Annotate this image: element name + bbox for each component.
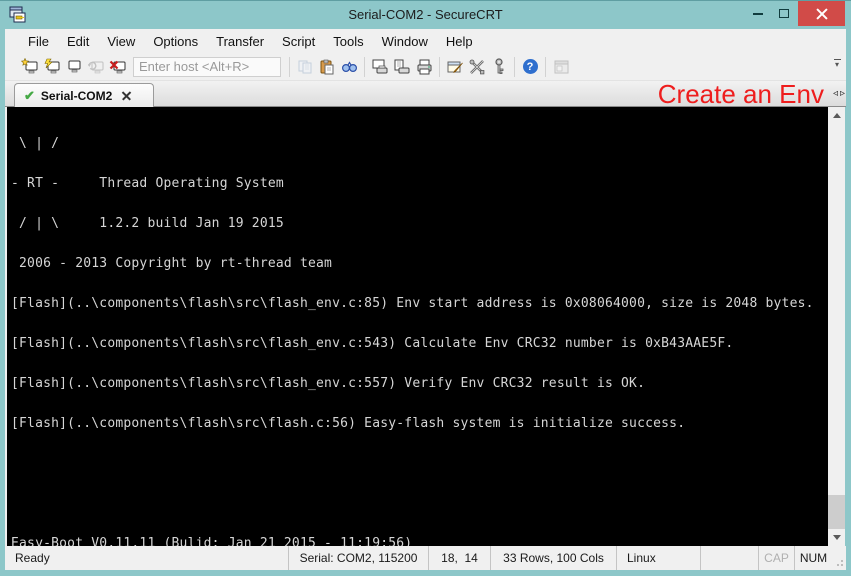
print-screen-icon[interactable] xyxy=(369,56,391,78)
reconnect-icon[interactable] xyxy=(85,56,107,78)
menu-view[interactable]: View xyxy=(98,31,144,52)
tab-label: Serial-COM2 xyxy=(41,89,112,103)
status-cursor-position: 18, 14 xyxy=(428,546,490,570)
help-icon[interactable]: ? xyxy=(519,56,541,78)
terminal-line: [Flash](..\components\flash\src\flash.c:… xyxy=(11,417,825,430)
terminal-line: [Flash](..\components\flash\src\flash_en… xyxy=(11,377,825,390)
session-options-icon[interactable] xyxy=(444,56,466,78)
status-grid-size: 33 Rows, 100 Cols xyxy=(490,546,616,570)
vertical-scrollbar[interactable] xyxy=(828,107,845,546)
toolbar-separator xyxy=(289,57,290,77)
toolbar-separator xyxy=(545,57,546,77)
toolbar-separator xyxy=(439,57,440,77)
connected-check-icon: ✔ xyxy=(24,89,35,102)
menu-edit[interactable]: Edit xyxy=(58,31,98,52)
keymap-icon[interactable] xyxy=(488,56,510,78)
status-bar: Ready Serial: COM2, 115200 18, 14 33 Row… xyxy=(5,546,846,570)
print-icon[interactable] xyxy=(413,56,435,78)
maximize-icon xyxy=(779,9,789,18)
scroll-down-button[interactable] xyxy=(828,529,845,546)
terminal-line: - RT - Thread Operating System xyxy=(11,177,825,190)
toolbar-overflow-icon[interactable]: ▾ xyxy=(831,59,843,75)
close-button[interactable] xyxy=(798,1,845,26)
terminal-line xyxy=(11,457,825,470)
menu-script[interactable]: Script xyxy=(273,31,324,52)
paste-icon[interactable] xyxy=(316,56,338,78)
menu-window[interactable]: Window xyxy=(373,31,437,52)
menu-transfer[interactable]: Transfer xyxy=(207,31,273,52)
annotation-create-an-env: Create an Env xyxy=(658,79,824,110)
global-options-icon[interactable] xyxy=(466,56,488,78)
terminal-output: \ | / - RT - Thread Operating System / |… xyxy=(11,110,825,576)
resize-grip[interactable] xyxy=(832,555,844,567)
tab-bar: ✔ Serial-COM2 Create an Env ◃ ▹ xyxy=(5,81,846,107)
toolbar: ? ▾ xyxy=(5,53,846,81)
terminal-line: 2006 - 2013 Copyright by rt-thread team xyxy=(11,257,825,270)
menu-tools[interactable]: Tools xyxy=(324,31,372,52)
connect-icon[interactable] xyxy=(41,56,63,78)
scrollbar-track[interactable] xyxy=(828,124,845,529)
scroll-up-icon xyxy=(833,113,841,118)
host-input[interactable] xyxy=(133,57,281,77)
menu-help[interactable]: Help xyxy=(437,31,482,52)
copy-icon[interactable] xyxy=(294,56,316,78)
status-empty-segment xyxy=(700,546,758,570)
connect-in-tab-icon[interactable] xyxy=(63,56,85,78)
scrollbar-thumb[interactable] xyxy=(828,495,845,529)
status-caps-lock: CAP xyxy=(758,546,794,570)
minimize-button[interactable] xyxy=(746,1,770,26)
terminal-line: [Flash](..\components\flash\src\flash_en… xyxy=(11,297,825,310)
help-question-glyph: ? xyxy=(523,59,538,74)
print-selection-icon[interactable] xyxy=(391,56,413,78)
terminal-screen[interactable]: \ | / - RT - Thread Operating System / |… xyxy=(5,107,845,546)
session-manager-icon[interactable] xyxy=(550,56,572,78)
terminal-line xyxy=(11,497,825,510)
quick-connect-icon[interactable] xyxy=(19,56,41,78)
menu-file[interactable]: File xyxy=(19,31,58,52)
status-serial: Serial: COM2, 115200 xyxy=(288,546,428,570)
tab-close-icon[interactable] xyxy=(122,91,132,101)
close-icon xyxy=(816,8,828,20)
toolbar-separator xyxy=(364,57,365,77)
status-num-lock: NUM xyxy=(794,546,832,570)
tab-scroll-left-icon[interactable]: ◃ xyxy=(833,88,838,99)
tab-serial-com2[interactable]: ✔ Serial-COM2 xyxy=(14,83,154,107)
minimize-icon xyxy=(753,13,763,15)
terminal-line: \ | / xyxy=(11,137,825,150)
securecrt-window: Serial-COM2 - SecureCRT File Edit View O… xyxy=(0,0,851,576)
find-icon[interactable] xyxy=(338,56,360,78)
scroll-down-icon xyxy=(833,535,841,540)
window-title: Serial-COM2 - SecureCRT xyxy=(0,7,851,22)
toolbar-separator xyxy=(514,57,515,77)
terminal-line: / | \ 1.2.2 build Jan 19 2015 xyxy=(11,217,825,230)
status-ready: Ready xyxy=(5,551,288,565)
menu-options[interactable]: Options xyxy=(144,31,207,52)
disconnect-icon[interactable] xyxy=(107,56,129,78)
maximize-button[interactable] xyxy=(772,1,796,26)
scroll-up-button[interactable] xyxy=(828,107,845,124)
menu-bar: File Edit View Options Transfer Script T… xyxy=(5,29,846,53)
tab-scroll-right-icon[interactable]: ▹ xyxy=(840,88,845,99)
status-emulation: Linux xyxy=(616,546,700,570)
terminal-line: [Flash](..\components\flash\src\flash_en… xyxy=(11,337,825,350)
title-bar[interactable]: Serial-COM2 - SecureCRT xyxy=(0,1,851,29)
